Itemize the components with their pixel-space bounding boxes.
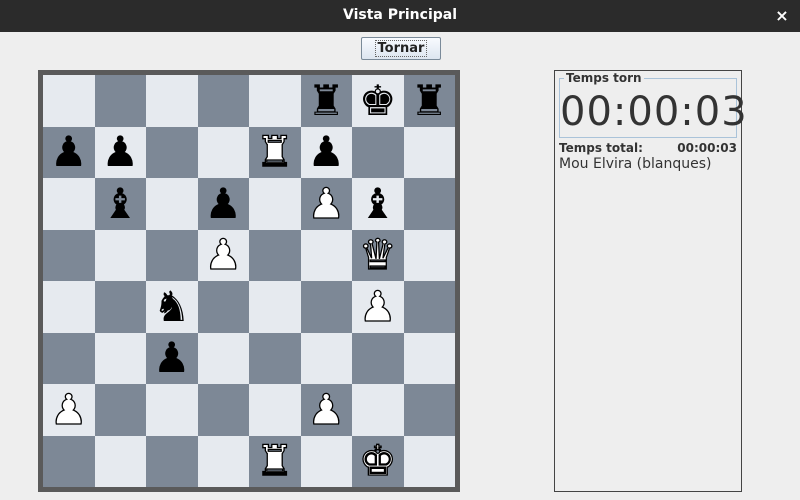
board-square[interactable]: ♟ [43,384,95,436]
board-square[interactable]: ♜ [249,435,301,487]
board-square[interactable]: ♟ [146,332,198,384]
board-square[interactable] [197,75,249,127]
board-square[interactable] [94,281,146,333]
board-square[interactable] [146,75,198,127]
board-square[interactable] [94,332,146,384]
board-square[interactable] [94,435,146,487]
board-square[interactable] [146,229,198,281]
board-square[interactable] [300,332,352,384]
tornar-button-label: Tornar [374,40,428,57]
board-square[interactable] [43,332,95,384]
board-square[interactable]: ♟ [300,126,352,178]
black-pawn-icon[interactable]: ♟ [204,182,242,225]
turn-timer-value: 00:00:03 [560,89,748,135]
board-square[interactable] [403,178,455,230]
board-square[interactable] [94,229,146,281]
board-square[interactable] [403,435,455,487]
board-square[interactable]: ♟ [300,384,352,436]
board-square[interactable]: ♟ [352,281,404,333]
window-title: Vista Principal [342,7,458,23]
board-square[interactable]: ♜ [300,75,352,127]
board-square[interactable] [300,281,352,333]
white-pawn-icon[interactable]: ♟ [307,182,346,225]
board-square[interactable] [94,75,146,127]
total-time-label: Temps total: [559,141,643,155]
white-queen-icon[interactable]: ♛ [358,233,397,276]
board-square[interactable] [403,281,455,333]
board-square[interactable]: ♛ [352,229,404,281]
board-square[interactable] [403,229,455,281]
board-square[interactable] [197,435,249,487]
board-square[interactable]: ♚ [352,435,404,487]
board-square[interactable] [249,332,301,384]
board-square[interactable] [43,75,95,127]
black-bishop-icon[interactable]: ♝ [101,182,139,225]
board-square[interactable]: ♟ [197,229,249,281]
board-square[interactable] [352,384,404,436]
board-square[interactable] [197,384,249,436]
info-panel: Temps torn 00:00:03 Temps total: 00:00:0… [554,70,748,492]
board-square[interactable]: ♟ [94,126,146,178]
board-square[interactable] [403,384,455,436]
board-square[interactable] [146,435,198,487]
black-knight-icon[interactable]: ♞ [153,285,191,328]
white-king-icon[interactable]: ♚ [358,439,397,482]
black-pawn-icon[interactable]: ♟ [153,337,191,379]
board-square[interactable] [94,384,146,436]
board-square[interactable] [249,229,301,281]
turn-timer-label: Temps torn [564,71,644,85]
board-square[interactable] [43,178,95,230]
board-square[interactable]: ♜ [403,75,455,127]
board-square[interactable] [43,435,95,487]
board-square[interactable] [249,384,301,436]
board-square[interactable] [403,332,455,384]
chess-board-frame: ♜ ♚ ♜ ♟ ♟ ♜ ♟ ♝ ♟ ♟ ♝ ♟ ♛ ♞ ♟ ♟ ♟ ♟ ♜ ♚ [38,70,460,492]
board-square[interactable]: ♜ [249,126,301,178]
current-player: Mou Elvira (blanques) [559,156,712,172]
board-square[interactable] [300,435,352,487]
board-square[interactable] [146,126,198,178]
board-square[interactable] [146,384,198,436]
board-square[interactable]: ♟ [43,126,95,178]
black-king-icon[interactable]: ♚ [359,79,397,122]
board-square[interactable] [403,126,455,178]
turn-timer-group: Temps torn 00:00:03 [559,71,748,138]
black-bishop-icon[interactable]: ♝ [359,182,397,225]
white-pawn-icon[interactable]: ♟ [307,388,346,431]
board-square[interactable]: ♚ [352,75,404,127]
white-rook-icon[interactable]: ♜ [255,130,294,173]
black-rook-icon[interactable]: ♜ [307,79,345,122]
white-pawn-icon[interactable]: ♟ [204,233,243,276]
title-bar: Vista Principal × [0,0,800,32]
board-square[interactable]: ♞ [146,281,198,333]
board-square[interactable] [146,178,198,230]
board-square[interactable]: ♟ [197,178,249,230]
board-square[interactable] [197,332,249,384]
board-square[interactable] [249,281,301,333]
white-pawn-icon[interactable]: ♟ [358,285,397,328]
black-pawn-icon[interactable]: ♟ [50,131,88,173]
board-square[interactable] [352,332,404,384]
tornar-button[interactable]: Tornar [361,37,441,60]
close-icon[interactable]: × [774,6,790,26]
white-pawn-icon[interactable]: ♟ [49,388,88,431]
total-time-value: 00:00:03 [677,141,737,155]
board-square[interactable] [43,281,95,333]
black-pawn-icon[interactable]: ♟ [307,131,345,173]
chess-board: ♜ ♚ ♜ ♟ ♟ ♜ ♟ ♝ ♟ ♟ ♝ ♟ ♛ ♞ ♟ ♟ ♟ ♟ ♜ ♚ [43,75,455,487]
board-square[interactable] [249,178,301,230]
white-rook-icon[interactable]: ♜ [255,439,294,482]
board-square[interactable]: ♟ [300,178,352,230]
board-square[interactable] [300,229,352,281]
black-rook-icon[interactable]: ♜ [410,79,448,122]
black-pawn-icon[interactable]: ♟ [101,131,139,173]
board-square[interactable]: ♝ [352,178,404,230]
board-square[interactable] [43,229,95,281]
board-square[interactable] [197,281,249,333]
board-square[interactable] [197,126,249,178]
board-square[interactable] [249,75,301,127]
board-square[interactable] [352,126,404,178]
board-square[interactable]: ♝ [94,178,146,230]
